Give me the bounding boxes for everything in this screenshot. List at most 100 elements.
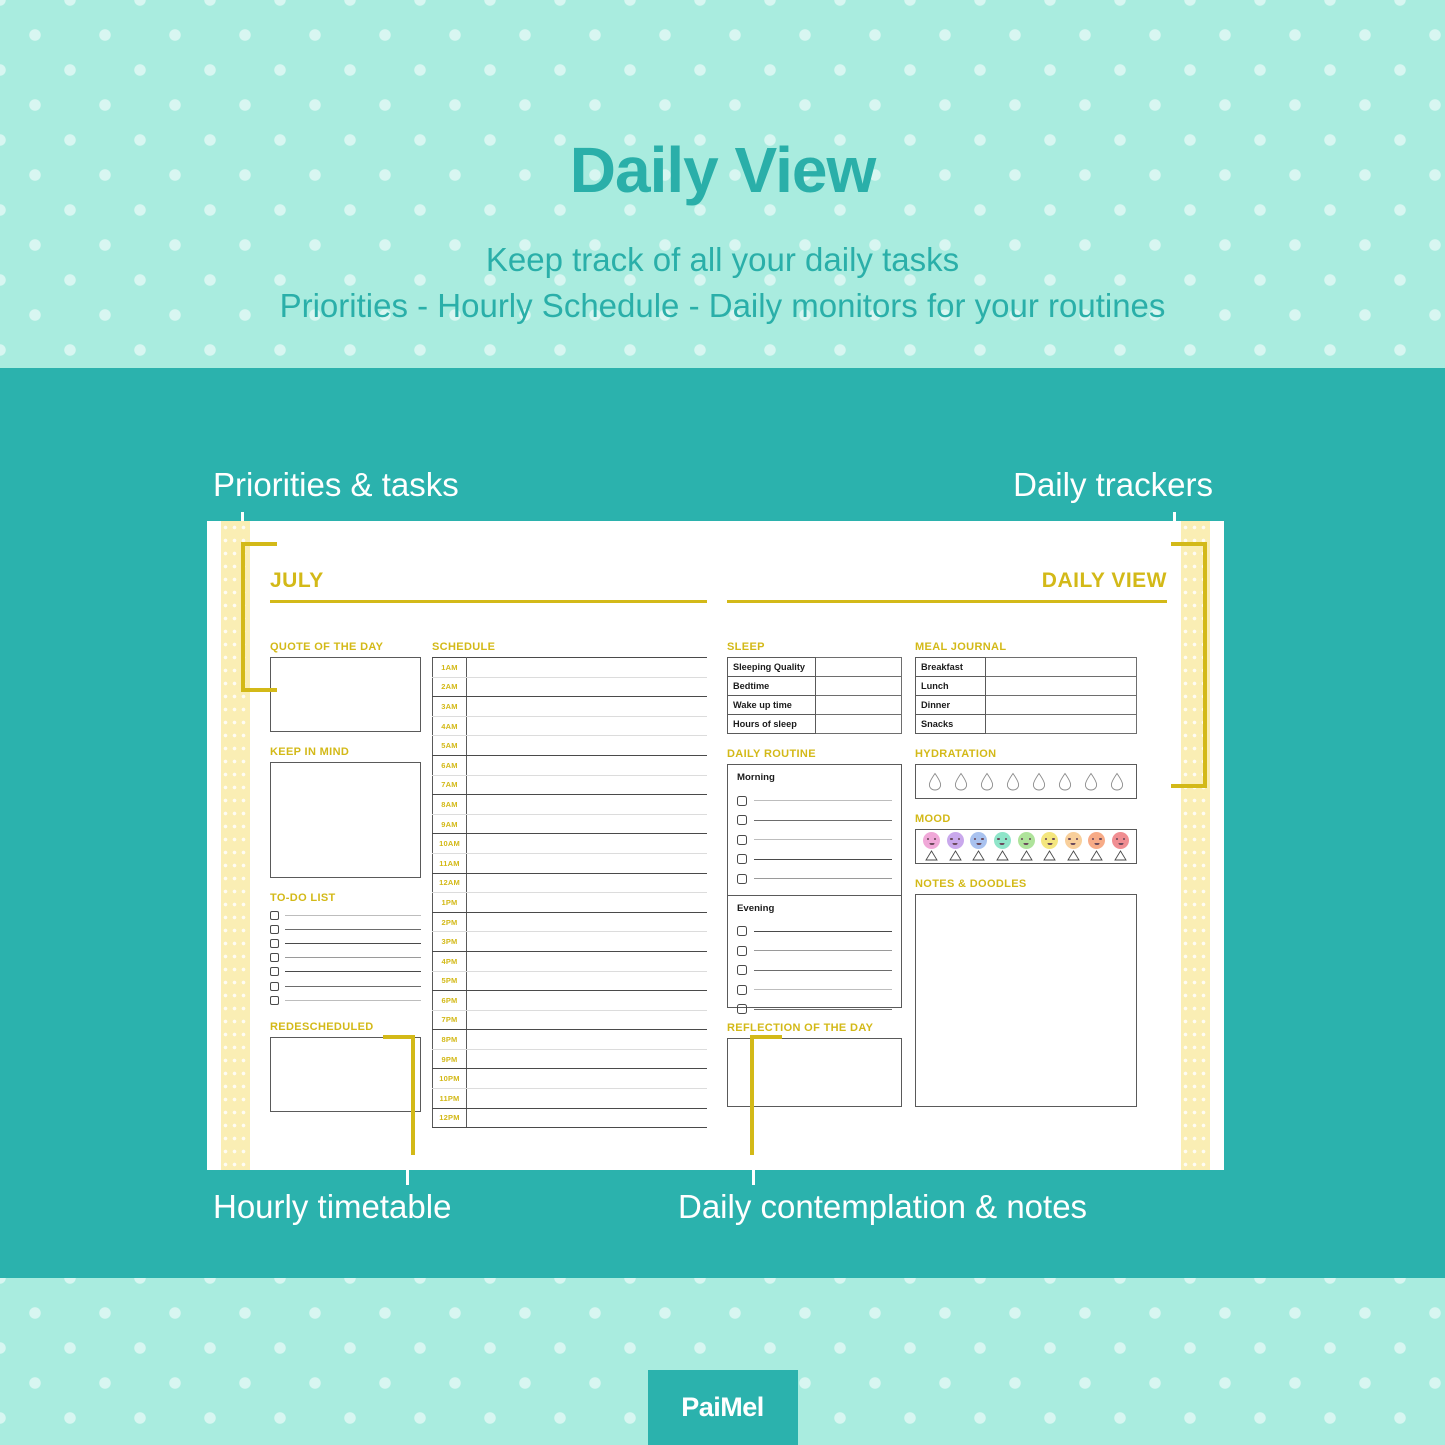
checkbox-icon[interactable]: [270, 938, 279, 948]
routine-item[interactable]: [737, 791, 892, 811]
mood-face-icon[interactable]: [923, 832, 940, 849]
sleep-field-value[interactable]: [815, 714, 902, 734]
mood-face-icon[interactable]: [1041, 832, 1059, 849]
schedule-entry[interactable]: [466, 715, 710, 737]
triangle-icon[interactable]: [1114, 850, 1127, 861]
schedule-entry[interactable]: [466, 735, 710, 756]
checkbox-icon[interactable]: [737, 834, 747, 845]
schedule-entry[interactable]: [466, 1048, 710, 1070]
mood-face-icon[interactable]: [1017, 832, 1035, 849]
schedule-entry[interactable]: [466, 931, 710, 952]
todo-item[interactable]: [270, 979, 421, 993]
schedule-row[interactable]: 10PM: [432, 1068, 710, 1090]
water-drop-icon[interactable]: [954, 772, 968, 791]
schedule-entry[interactable]: [466, 970, 710, 992]
triangle-icon[interactable]: [948, 850, 962, 861]
checkbox-icon[interactable]: [737, 854, 747, 865]
schedule-entry[interactable]: [466, 774, 710, 796]
routine-item[interactable]: [737, 961, 892, 981]
table-row[interactable]: Snacks: [915, 714, 1137, 734]
schedule-entry[interactable]: [466, 696, 710, 717]
checkbox-icon[interactable]: [270, 967, 279, 977]
schedule-entry[interactable]: [466, 1029, 710, 1050]
schedule-entry[interactable]: [466, 852, 710, 874]
mood-face-icon[interactable]: [970, 832, 988, 849]
triangle-icon[interactable]: [1019, 850, 1033, 861]
schedule-row[interactable]: 11PM: [432, 1088, 710, 1109]
water-drop-icon[interactable]: [980, 772, 994, 791]
table-row[interactable]: Lunch: [915, 676, 1137, 696]
mood-face-icon[interactable]: [993, 832, 1011, 849]
schedule-entry[interactable]: [466, 833, 710, 854]
table-row[interactable]: Bedtime: [727, 676, 902, 696]
sleep-field-value[interactable]: [815, 695, 902, 715]
table-row[interactable]: Dinner: [915, 695, 1137, 715]
triangle-icon[interactable]: [996, 850, 1009, 861]
checkbox-icon[interactable]: [737, 873, 747, 884]
water-drop-icon[interactable]: [1032, 772, 1046, 791]
schedule-entry[interactable]: [466, 813, 710, 835]
routine-item[interactable]: [737, 941, 892, 961]
schedule-row[interactable]: 10AM: [432, 833, 710, 854]
mood-face-icon[interactable]: [1112, 832, 1129, 849]
schedule-entry[interactable]: [466, 892, 710, 913]
schedule-entry[interactable]: [466, 657, 710, 678]
todo-item[interactable]: [270, 951, 421, 965]
schedule-row[interactable]: 9AM: [432, 813, 710, 835]
schedule-row[interactable]: 6PM: [432, 990, 710, 1011]
table-row[interactable]: Hours of sleep: [727, 714, 902, 734]
schedule-entry[interactable]: [466, 950, 710, 972]
schedule-row[interactable]: 12PM: [432, 1107, 710, 1129]
checkbox-icon[interactable]: [270, 995, 279, 1005]
checkbox-icon[interactable]: [737, 926, 747, 937]
checkbox-icon[interactable]: [737, 815, 747, 826]
routine-item[interactable]: [737, 850, 892, 870]
water-drop-icon[interactable]: [1110, 772, 1124, 791]
schedule-row[interactable]: 8PM: [432, 1029, 710, 1050]
todo-item[interactable]: [270, 993, 421, 1007]
routine-item[interactable]: [737, 980, 892, 1000]
schedule-entry[interactable]: [466, 1088, 710, 1109]
schedule-row[interactable]: 5AM: [432, 735, 710, 756]
triangle-icon[interactable]: [972, 850, 986, 861]
routine-item[interactable]: [737, 922, 892, 942]
triangle-icon[interactable]: [925, 850, 938, 861]
schedule-entry[interactable]: [466, 1009, 710, 1031]
schedule-row[interactable]: 2AM: [432, 676, 710, 698]
schedule-entry[interactable]: [466, 1107, 710, 1129]
schedule-entry[interactable]: [466, 990, 710, 1011]
table-row[interactable]: Sleeping Quality: [727, 657, 902, 677]
table-row[interactable]: Wake up time: [727, 695, 902, 715]
schedule-row[interactable]: 9PM: [432, 1048, 710, 1070]
schedule-entry[interactable]: [466, 794, 710, 815]
schedule-row[interactable]: 3PM: [432, 931, 710, 952]
todo-item[interactable]: [270, 908, 421, 922]
triangle-icon[interactable]: [1066, 850, 1080, 861]
schedule-row[interactable]: 8AM: [432, 794, 710, 815]
schedule-entry[interactable]: [466, 1068, 710, 1090]
mood-face-icon[interactable]: [1064, 832, 1082, 849]
schedule-entry[interactable]: [466, 911, 710, 933]
schedule-entry[interactable]: [466, 676, 710, 698]
meal-field-value[interactable]: [985, 676, 1137, 696]
notes-doodles-field[interactable]: [915, 894, 1137, 1107]
table-row[interactable]: Breakfast: [915, 657, 1137, 677]
schedule-row[interactable]: 4PM: [432, 950, 710, 972]
water-drop-icon[interactable]: [1006, 772, 1020, 791]
schedule-row[interactable]: 1AM: [432, 657, 710, 678]
schedule-entry[interactable]: [466, 872, 710, 894]
schedule-row[interactable]: 2PM: [432, 911, 710, 933]
routine-item[interactable]: [737, 830, 892, 850]
meal-field-value[interactable]: [985, 657, 1137, 677]
schedule-row[interactable]: 1PM: [432, 892, 710, 913]
checkbox-icon[interactable]: [737, 795, 747, 806]
checkbox-icon[interactable]: [270, 910, 279, 920]
water-drop-icon[interactable]: [1084, 772, 1098, 791]
checkbox-icon[interactable]: [737, 984, 747, 995]
quote-of-the-day-field[interactable]: [270, 657, 421, 732]
schedule-row[interactable]: 6AM: [432, 754, 710, 776]
meal-field-value[interactable]: [985, 714, 1137, 734]
todo-item[interactable]: [270, 922, 421, 936]
checkbox-icon[interactable]: [737, 1004, 747, 1015]
sleep-field-value[interactable]: [815, 676, 902, 696]
